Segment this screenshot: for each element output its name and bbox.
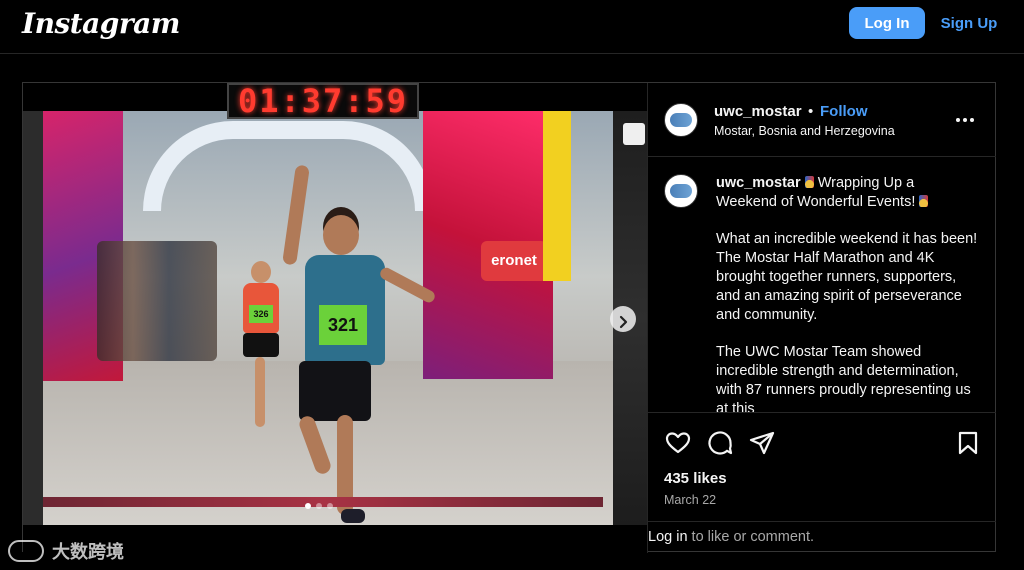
chevron-right-icon xyxy=(619,315,628,329)
signup-button[interactable]: Sign Up xyxy=(936,7,1002,39)
caption-paragraph: What an incredible weekend it has been! … xyxy=(716,231,978,323)
username-link[interactable]: uwc_mostar xyxy=(714,103,802,120)
second-runner: 326 xyxy=(235,261,287,431)
instagram-logo[interactable]: Instagram xyxy=(22,7,180,40)
main-runner: 321 xyxy=(282,164,437,525)
carousel-dots xyxy=(305,503,333,511)
caption-username[interactable]: uwc_mostar xyxy=(716,175,801,191)
runner-bib: 321 xyxy=(319,305,367,345)
carousel-dot[interactable] xyxy=(327,503,333,509)
caption-area[interactable]: uwc_mostar Wrapping Up a Weekend of Wond… xyxy=(648,158,996,412)
follow-button[interactable]: Follow xyxy=(820,103,868,120)
login-prompt: Log in to like or comment. xyxy=(648,529,996,545)
watermark-text: 大数跨境 xyxy=(52,542,124,562)
post-card: eronet 326 321 01:37:59 uwc_mostar • Fol… xyxy=(22,82,996,553)
spectator-crowd xyxy=(97,241,217,361)
login-button[interactable]: Log In xyxy=(849,7,925,39)
runner-shorts xyxy=(243,333,279,357)
top-bar: Instagram Log In Sign Up xyxy=(0,0,1024,54)
runner-leg xyxy=(297,414,333,476)
post-side-panel: uwc_mostar • Follow Mostar, Bosnia and H… xyxy=(647,83,996,553)
like-count[interactable]: 435 likes xyxy=(664,470,727,487)
login-link[interactable]: Log in xyxy=(648,529,688,545)
runner-bib: 326 xyxy=(249,305,273,323)
avatar[interactable] xyxy=(664,103,698,137)
location-link[interactable]: Mostar, Bosnia and Herzegovina xyxy=(714,124,895,138)
sponsor-banner: eronet xyxy=(481,241,547,281)
comment-icon[interactable] xyxy=(706,429,734,457)
bookmark-icon[interactable] xyxy=(954,429,982,457)
runner-head xyxy=(323,215,359,255)
heart-icon[interactable] xyxy=(664,429,692,457)
carousel-dot[interactable] xyxy=(305,503,311,509)
race-clock: 01:37:59 xyxy=(227,83,419,119)
more-options-icon[interactable] xyxy=(950,105,980,135)
yellow-banner xyxy=(543,111,571,281)
medal-icon xyxy=(804,176,814,188)
medal-icon xyxy=(919,195,929,207)
preview-tile xyxy=(623,123,645,145)
photo-edge xyxy=(23,111,43,525)
runner-raised-arm xyxy=(282,164,310,266)
carousel-dot[interactable] xyxy=(316,503,322,509)
uwc-logo-icon xyxy=(670,184,692,198)
share-icon[interactable] xyxy=(748,429,776,457)
carousel-next-button[interactable] xyxy=(610,306,636,332)
avatar[interactable] xyxy=(664,174,698,208)
post-header: uwc_mostar • Follow Mostar, Bosnia and H… xyxy=(648,83,996,157)
ellipsis-icon xyxy=(956,118,974,122)
runner-shoe xyxy=(341,509,365,523)
post-actions: 435 likes March 22 xyxy=(648,412,996,522)
post-media[interactable]: eronet 326 321 01:37:59 xyxy=(23,83,647,553)
runner-shorts xyxy=(299,361,371,421)
caption-paragraph: The UWC Mostar Team showed incredible st… xyxy=(716,344,971,412)
post-date[interactable]: March 22 xyxy=(664,493,716,507)
post-caption: uwc_mostar Wrapping Up a Weekend of Wond… xyxy=(716,174,978,412)
watermark-logo-icon xyxy=(8,540,44,562)
watermark: 大数跨境 xyxy=(8,538,124,564)
marathon-photo: eronet 326 321 xyxy=(23,111,613,525)
uwc-logo-icon xyxy=(670,113,692,127)
runner-leg xyxy=(255,357,265,427)
login-prompt-text: to like or comment. xyxy=(687,529,815,545)
separator-dot: • xyxy=(808,103,814,120)
runner-head xyxy=(251,261,271,283)
